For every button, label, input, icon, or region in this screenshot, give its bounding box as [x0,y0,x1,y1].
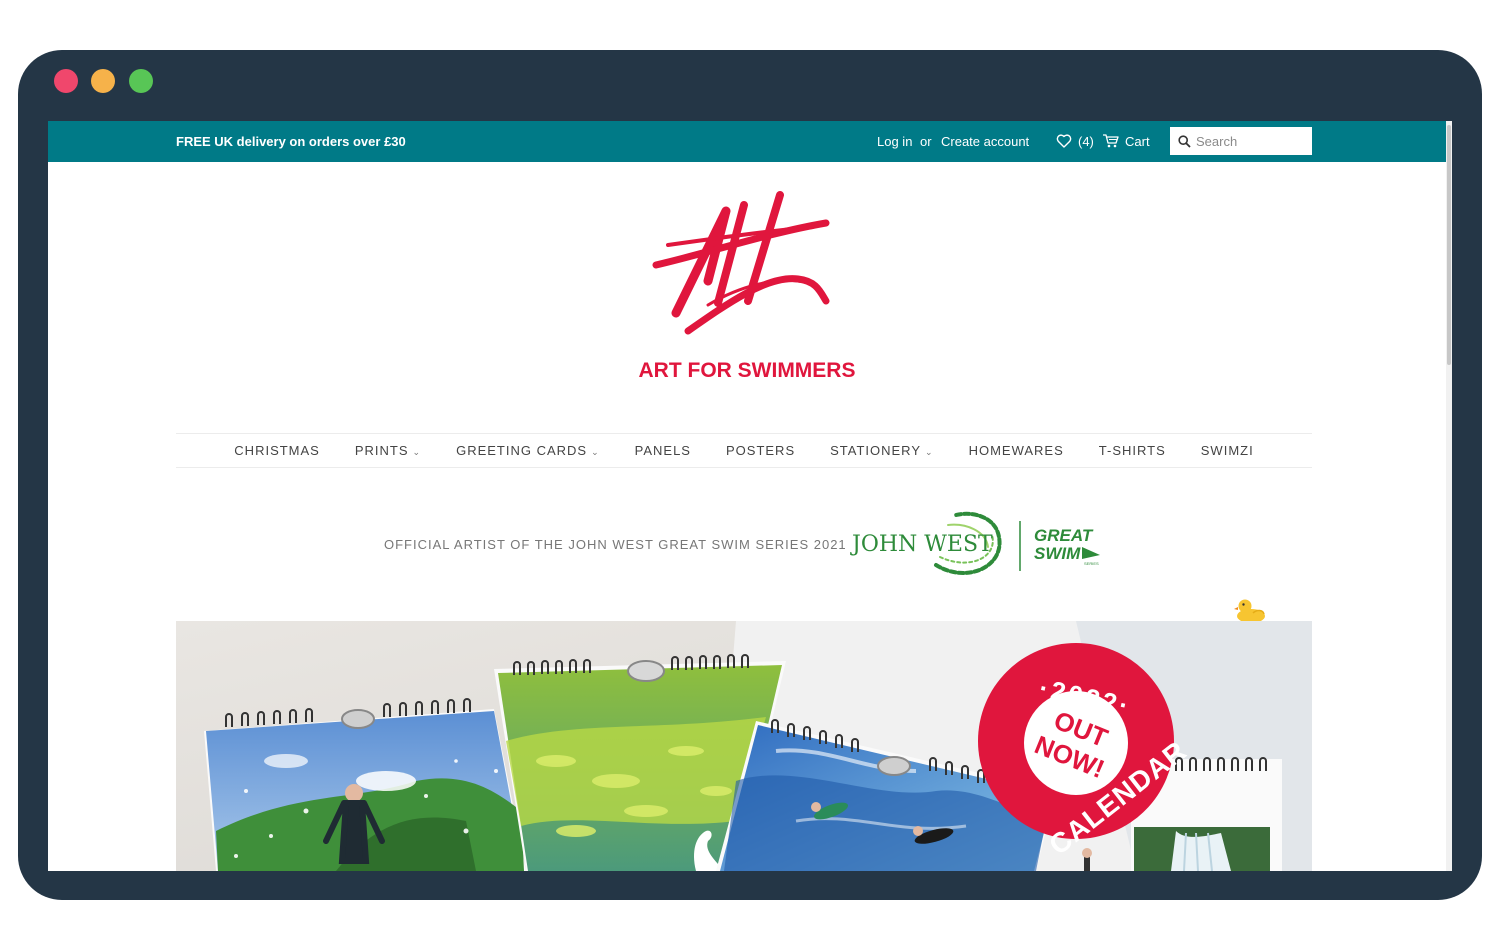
john-west-great-swim-logo[interactable]: JOHN WEST GREAT SWIM SERIES [848,505,1113,585]
nav-item-label: PRINTS [354,443,409,458]
nav-item-greeting-cards[interactable]: GREETING CARDS ⌄ [456,443,600,458]
nav-item-label: SWIMZI [1200,443,1254,458]
nav-item-christmas[interactable]: CHRISTMAS [234,443,320,458]
login-link[interactable]: Log in [877,134,912,149]
window-maximize-dot[interactable] [129,69,153,93]
heart-icon[interactable] [1056,133,1072,149]
nav-item-label: PANELS [634,443,691,458]
nav-item-label: STATIONERY [830,443,922,458]
nav-item-stationery[interactable]: STATIONERY ⌄ [830,443,933,458]
nav-item-label: T-SHIRTS [1098,443,1166,458]
search-box[interactable] [1170,127,1312,155]
page-scrollbar[interactable] [1446,121,1452,871]
create-account-link[interactable]: Create account [941,134,1029,149]
search-icon [1178,135,1191,148]
nav-item-swimzi[interactable]: SWIMZI [1201,443,1254,458]
swim-wordmark: SWIM [1034,544,1081,563]
nav-item-homewares[interactable]: HOMEWARES [969,443,1064,458]
hero-calendar-banner[interactable]: ·2022· OUT NOW! CALENDAR [176,621,1312,871]
nav-item-t-shirts[interactable]: T-SHIRTS [1099,443,1166,458]
top-announcement-bar: FREE UK delivery on orders over £30 Log … [48,121,1446,162]
search-input[interactable] [1196,131,1306,151]
nav-item-posters[interactable]: POSTERS [726,443,795,458]
main-navigation: CHRISTMAS PRINTS ⌄ GREETING CARDS ⌄ PANELS POS… [176,433,1312,468]
chevron-down-icon: ⌄ [591,447,600,457]
nav-item-label: POSTERS [725,443,796,458]
wishlist-count[interactable]: (4) [1078,134,1094,149]
nav-item-label: HOMEWARES [968,443,1064,458]
cart-link[interactable]: Cart [1125,134,1150,149]
nav-item-prints[interactable]: PRINTS ⌄ [355,443,421,458]
promo-text: FREE UK delivery on orders over £30 [176,134,406,149]
cart-icon[interactable] [1102,133,1120,149]
official-artist-text: OFFICIAL ARTIST OF THE JOHN WEST GREAT S… [384,537,847,552]
or-text: or [920,134,932,149]
nav-item-label: GREETING CARDS [456,443,588,458]
window-close-dot[interactable] [54,69,78,93]
chevron-down-icon: ⌄ [412,447,422,457]
john-west-wordmark: JOHN WEST [850,532,993,557]
great-wordmark: GREAT [1034,526,1094,545]
scrollbar-thumb[interactable] [1447,125,1451,365]
series-wordmark: SERIES [1084,561,1099,566]
nav-item-panels[interactable]: PANELS [635,443,691,458]
art-for-swimmers-logo[interactable] [648,183,838,343]
chevron-down-icon: ⌄ [925,447,934,457]
nav-item-label: CHRISTMAS [234,443,320,458]
browser-viewport: FREE UK delivery on orders over £30 Log … [48,121,1452,871]
brand-name[interactable]: ART FOR SWIMMERS [48,359,1446,383]
window-minimize-dot[interactable] [91,69,115,93]
